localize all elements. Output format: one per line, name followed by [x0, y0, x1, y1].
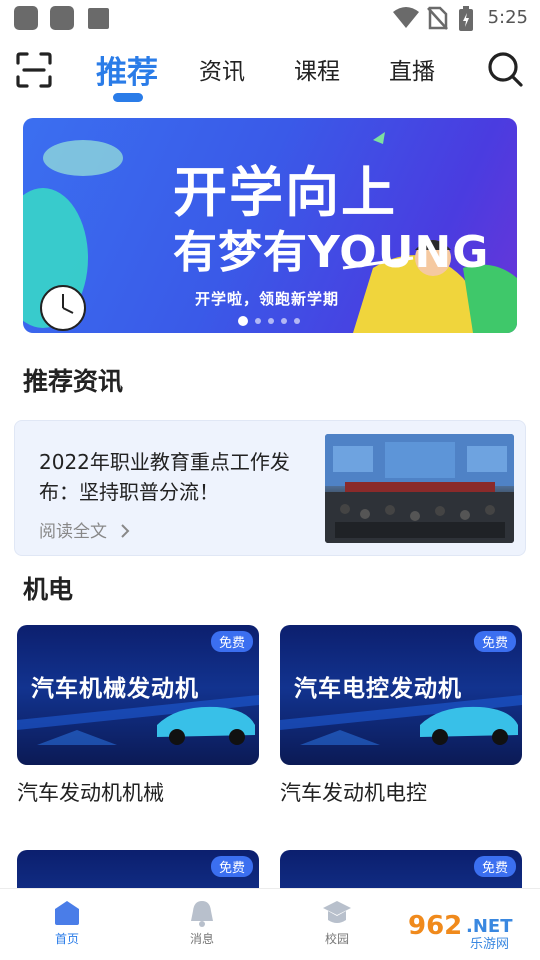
- course-title: 汽车发动机电控: [280, 781, 427, 805]
- chevron-right-icon: [121, 524, 130, 538]
- no-sim-icon: [427, 6, 448, 30]
- promo-banner[interactable]: 开学向上 有梦有YOUNG 开学啦，领跑新学期: [23, 118, 517, 333]
- free-badge: 免费: [210, 631, 253, 652]
- free-badge: 免费: [473, 631, 516, 652]
- svg-text:.NET: .NET: [466, 916, 513, 937]
- course-thumb-title: 汽车电控发动机: [294, 676, 462, 702]
- carousel-dot: [268, 318, 274, 324]
- read-more-label: 阅读全文: [39, 522, 107, 542]
- news-thumbnail: [325, 434, 514, 543]
- course-thumbnail: 汽车机械发动机 免费: [17, 625, 259, 765]
- battery-charging-icon: [459, 6, 473, 31]
- bottom-nav-campus[interactable]: 校园: [307, 899, 367, 947]
- course-thumbnail: 汽车电控发动机 免费: [280, 625, 522, 765]
- notification-icon: [50, 6, 74, 30]
- clock: 5:25: [487, 7, 528, 28]
- top-nav: 推荐 资讯 课程 直播: [0, 40, 540, 110]
- read-more-link[interactable]: 阅读全文: [39, 517, 132, 542]
- news-title: 2022年职业教育重点工作发布：坚持职普分流！: [39, 450, 290, 504]
- banner-title-line2: 有梦有YOUNG: [173, 227, 490, 278]
- course-card[interactable]: 汽车电控发动机 免费 汽车发动机电控: [280, 625, 522, 807]
- svg-text:乐游网: 乐游网: [470, 937, 509, 952]
- bottom-nav-messages[interactable]: 消息: [172, 899, 232, 947]
- course-title: 汽车发动机机械: [17, 781, 164, 805]
- home-icon: [55, 901, 79, 925]
- search-icon[interactable]: [486, 50, 524, 88]
- watermark-logo: 962 .NET 乐游网: [402, 908, 530, 952]
- tab-courses[interactable]: 课程: [294, 52, 340, 86]
- carousel-dot: [281, 318, 287, 324]
- graduation-cap-icon: [323, 901, 351, 923]
- site-watermark: 962 .NET 乐游网: [400, 900, 532, 954]
- wifi-icon: [393, 7, 419, 28]
- bottom-nav-label: 消息: [189, 932, 214, 946]
- section-title-news: 推荐资讯: [23, 367, 124, 396]
- news-card[interactable]: 2022年职业教育重点工作发布：坚持职普分流！ 阅读全文: [14, 420, 526, 556]
- status-bar: 5:25: [0, 0, 540, 36]
- section-title-courses: 机电: [23, 575, 74, 604]
- course-thumb-title: 汽车机械发动机: [31, 676, 199, 702]
- banner-subtitle: 开学啦，领跑新学期: [195, 290, 340, 308]
- carousel-dots: [238, 316, 300, 326]
- carousel-dot: [238, 316, 248, 326]
- tab-indicator: [113, 93, 143, 102]
- bottom-nav-home[interactable]: 首页: [37, 899, 97, 947]
- free-badge: 免费: [473, 856, 516, 877]
- notification-icon: [14, 6, 38, 30]
- bell-icon: [191, 901, 213, 927]
- carousel-dot: [255, 318, 261, 324]
- scan-icon[interactable]: [14, 50, 54, 90]
- tab-news[interactable]: 资讯: [199, 52, 245, 86]
- tab-live[interactable]: 直播: [389, 52, 435, 86]
- svg-text:962: 962: [408, 911, 462, 941]
- notification-icon: [88, 8, 109, 29]
- bottom-nav-label: 首页: [54, 932, 79, 946]
- press-conference-image: [325, 434, 514, 543]
- bottom-nav-label: 校园: [324, 932, 349, 946]
- free-badge: 免费: [210, 856, 253, 877]
- tab-recommend[interactable]: 推荐: [96, 47, 158, 92]
- course-card[interactable]: 汽车机械发动机 免费 汽车发动机机械: [17, 625, 259, 807]
- carousel-dot: [294, 318, 300, 324]
